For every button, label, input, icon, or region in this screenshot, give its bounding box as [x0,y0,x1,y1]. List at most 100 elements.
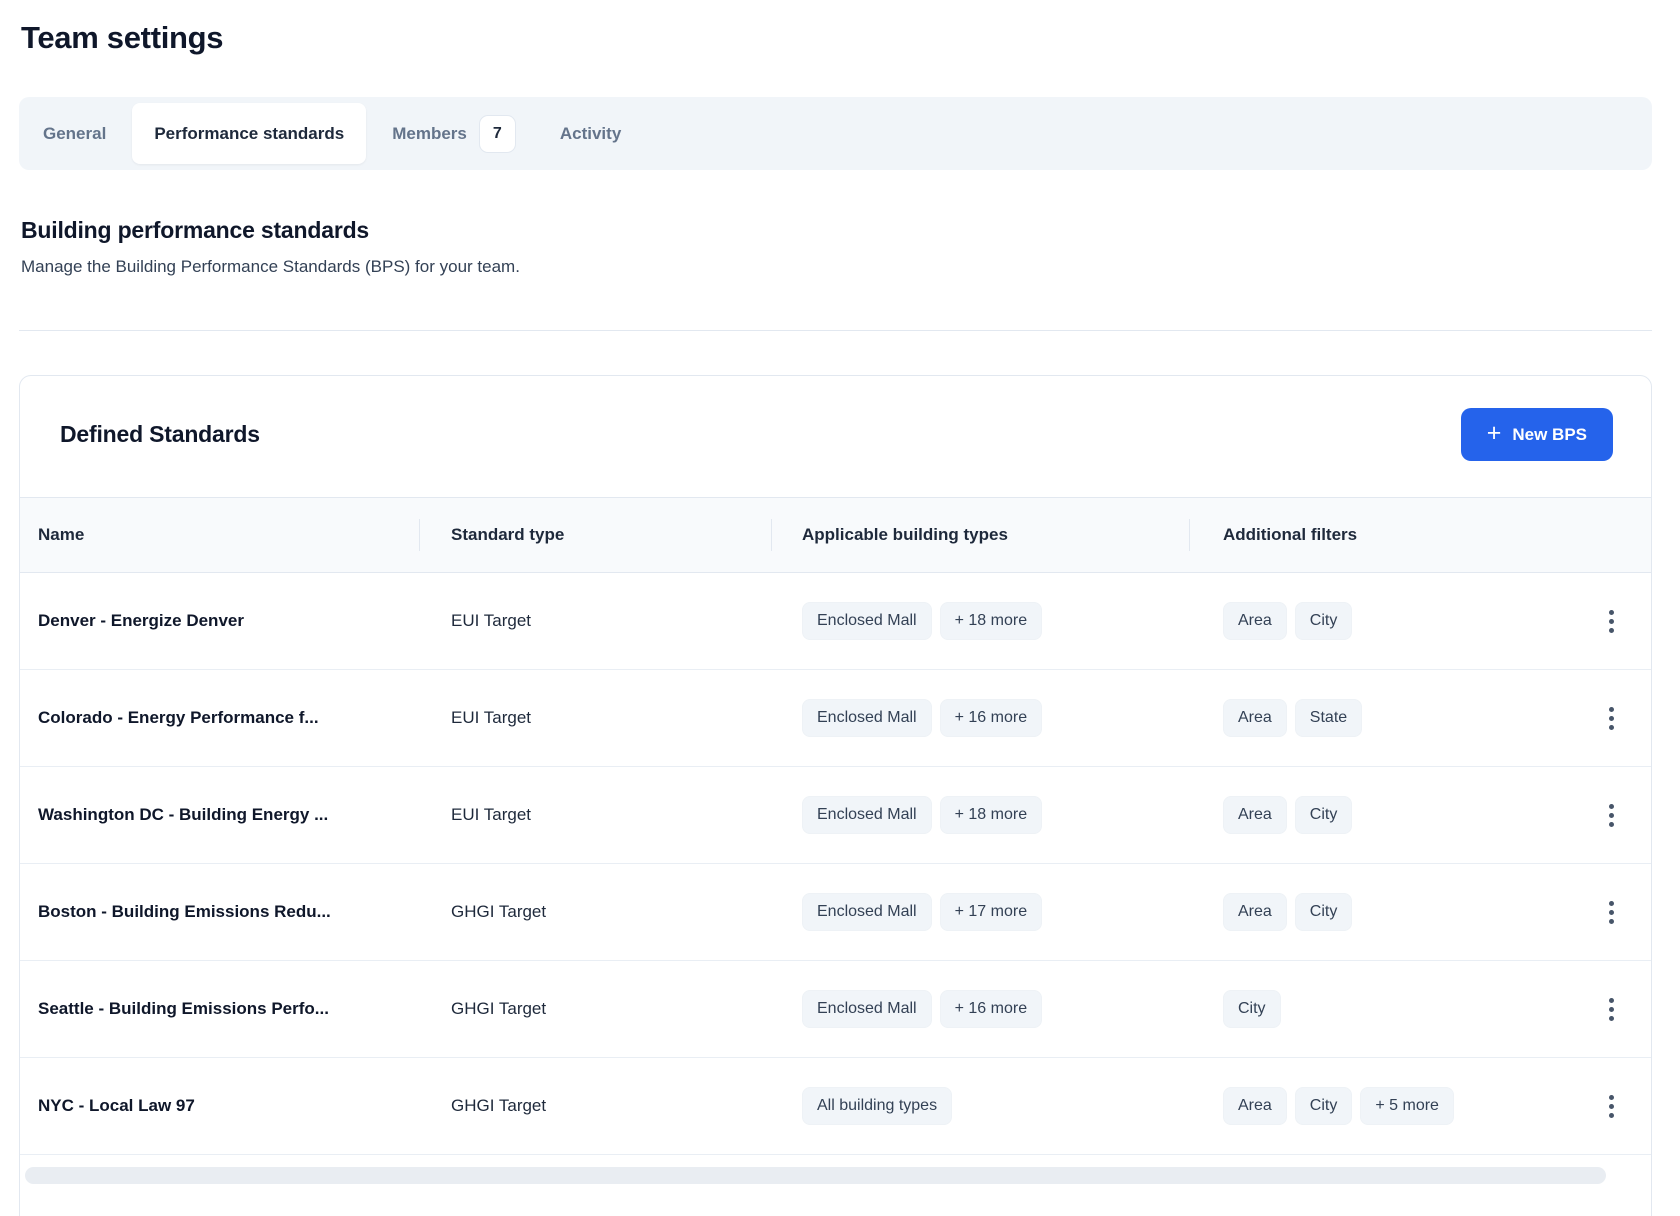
members-count-badge: 7 [479,115,516,153]
standard-type: EUI Target [419,708,771,728]
building-types-cell: All building types [771,1087,1189,1125]
tab-bar: General Performance standards Members 7 … [19,97,1652,170]
additional-filters-cell: City [1189,990,1571,1028]
building-types-cell: Enclosed Mall+ 16 more [771,699,1189,737]
filter-chip: Area [1223,699,1287,737]
filter-chip: Area [1223,796,1287,834]
filter-chip: Area [1223,893,1287,931]
tab-performance-standards[interactable]: Performance standards [132,103,366,164]
table-row: Boston - Building Emissions Redu...GHGI … [20,864,1651,961]
table-row: Colorado - Energy Performance f...EUI Ta… [20,670,1651,767]
standard-type: EUI Target [419,805,771,825]
additional-filters-cell: AreaState [1189,699,1571,737]
building-type-chip[interactable]: + 18 more [940,602,1042,640]
tab-general-label: General [43,124,106,144]
column-header-building-types: Applicable building types [771,498,1189,572]
defined-standards-card: Defined Standards + New BPS Name Standar… [19,375,1652,1216]
building-type-chip: Enclosed Mall [802,699,932,737]
building-type-chip[interactable]: + 16 more [940,699,1042,737]
row-menu-button[interactable] [1599,699,1624,738]
plus-icon: + [1487,421,1502,446]
table-row: Washington DC - Building Energy ...EUI T… [20,767,1651,864]
column-header-name: Name [20,498,419,572]
filter-chip: State [1295,699,1362,737]
team-settings-page: Team settings General Performance standa… [0,0,1680,1216]
standard-name: Boston - Building Emissions Redu... [20,902,419,922]
actions-cell [1571,893,1651,932]
table-row: Seattle - Building Emissions Perfo...GHG… [20,961,1651,1058]
new-bps-button-label: New BPS [1512,425,1587,445]
building-type-chip: All building types [802,1087,952,1125]
standard-name: Washington DC - Building Energy ... [20,805,419,825]
additional-filters-cell: AreaCity+ 5 more [1189,1087,1571,1125]
kebab-menu-icon [1609,901,1614,906]
tab-activity-label: Activity [560,124,621,144]
page-title: Team settings [21,16,1652,60]
additional-filters-cell: AreaCity [1189,602,1571,640]
standard-type: EUI Target [419,611,771,631]
tab-activity[interactable]: Activity [542,103,639,164]
actions-cell [1571,1087,1651,1126]
building-type-chip[interactable]: + 18 more [940,796,1042,834]
column-header-actions [1571,498,1651,572]
tab-members-label: Members [392,124,467,144]
row-menu-button[interactable] [1599,796,1624,835]
building-type-chip: Enclosed Mall [802,602,932,640]
row-menu-button[interactable] [1599,893,1624,932]
table-header-row: Name Standard type Applicable building t… [20,497,1651,573]
horizontal-scrollbar-thumb[interactable] [25,1167,1606,1184]
filter-chip: Area [1223,602,1287,640]
standard-type: GHGI Target [419,1096,771,1116]
standard-type: GHGI Target [419,999,771,1019]
table-body: Denver - Energize DenverEUI TargetEnclos… [20,573,1651,1155]
row-menu-button[interactable] [1599,990,1624,1029]
tab-general[interactable]: General [25,103,124,164]
section-description: Manage the Building Performance Standard… [21,254,1652,280]
kebab-menu-icon [1609,707,1614,712]
actions-cell [1571,796,1651,835]
table-row: NYC - Local Law 97GHGI Target All buildin… [20,1058,1651,1155]
filter-chip: City [1295,893,1353,931]
tab-members[interactable]: Members 7 [374,103,534,164]
filter-chip[interactable]: + 5 more [1360,1087,1454,1125]
table-row: Denver - Energize DenverEUI TargetEnclos… [20,573,1651,670]
standard-name: Denver - Energize Denver [20,611,419,631]
building-type-chip[interactable]: + 17 more [940,893,1042,931]
building-type-chip: Enclosed Mall [802,796,932,834]
standard-name: NYC - Local Law 97 [20,1096,419,1116]
filter-chip: City [1295,602,1353,640]
standard-name: Colorado - Energy Performance f... [20,708,419,728]
additional-filters-cell: AreaCity [1189,893,1571,931]
actions-cell [1571,602,1651,641]
card-title: Defined Standards [60,421,260,448]
kebab-menu-icon [1609,804,1614,809]
standard-type: GHGI Target [419,902,771,922]
tab-performance-standards-label: Performance standards [154,124,344,144]
filter-chip: City [1295,796,1353,834]
column-header-standard-type: Standard type [419,498,771,572]
row-menu-button[interactable] [1599,1087,1624,1126]
building-types-cell: Enclosed Mall+ 18 more [771,602,1189,640]
standard-name: Seattle - Building Emissions Perfo... [20,999,419,1019]
actions-cell [1571,990,1651,1029]
kebab-menu-icon [1609,610,1614,615]
additional-filters-cell: AreaCity [1189,796,1571,834]
building-types-cell: Enclosed Mall+ 16 more [771,990,1189,1028]
row-menu-button[interactable] [1599,602,1624,641]
building-type-chip[interactable]: + 16 more [940,990,1042,1028]
building-type-chip: Enclosed Mall [802,990,932,1028]
building-types-cell: Enclosed Mall+ 17 more [771,893,1189,931]
kebab-menu-icon [1609,1095,1614,1100]
actions-cell [1571,699,1651,738]
filter-chip: City [1223,990,1281,1028]
column-header-additional-filters: Additional filters [1189,498,1571,572]
building-type-chip: Enclosed Mall [802,893,932,931]
filter-chip: City [1295,1087,1353,1125]
filter-chip: Area [1223,1087,1287,1125]
section-title: Building performance standards [21,217,1652,244]
new-bps-button[interactable]: + New BPS [1461,408,1613,461]
building-types-cell: Enclosed Mall+ 18 more [771,796,1189,834]
card-header: Defined Standards + New BPS [20,376,1651,497]
section-divider [19,330,1652,331]
kebab-menu-icon [1609,998,1614,1003]
